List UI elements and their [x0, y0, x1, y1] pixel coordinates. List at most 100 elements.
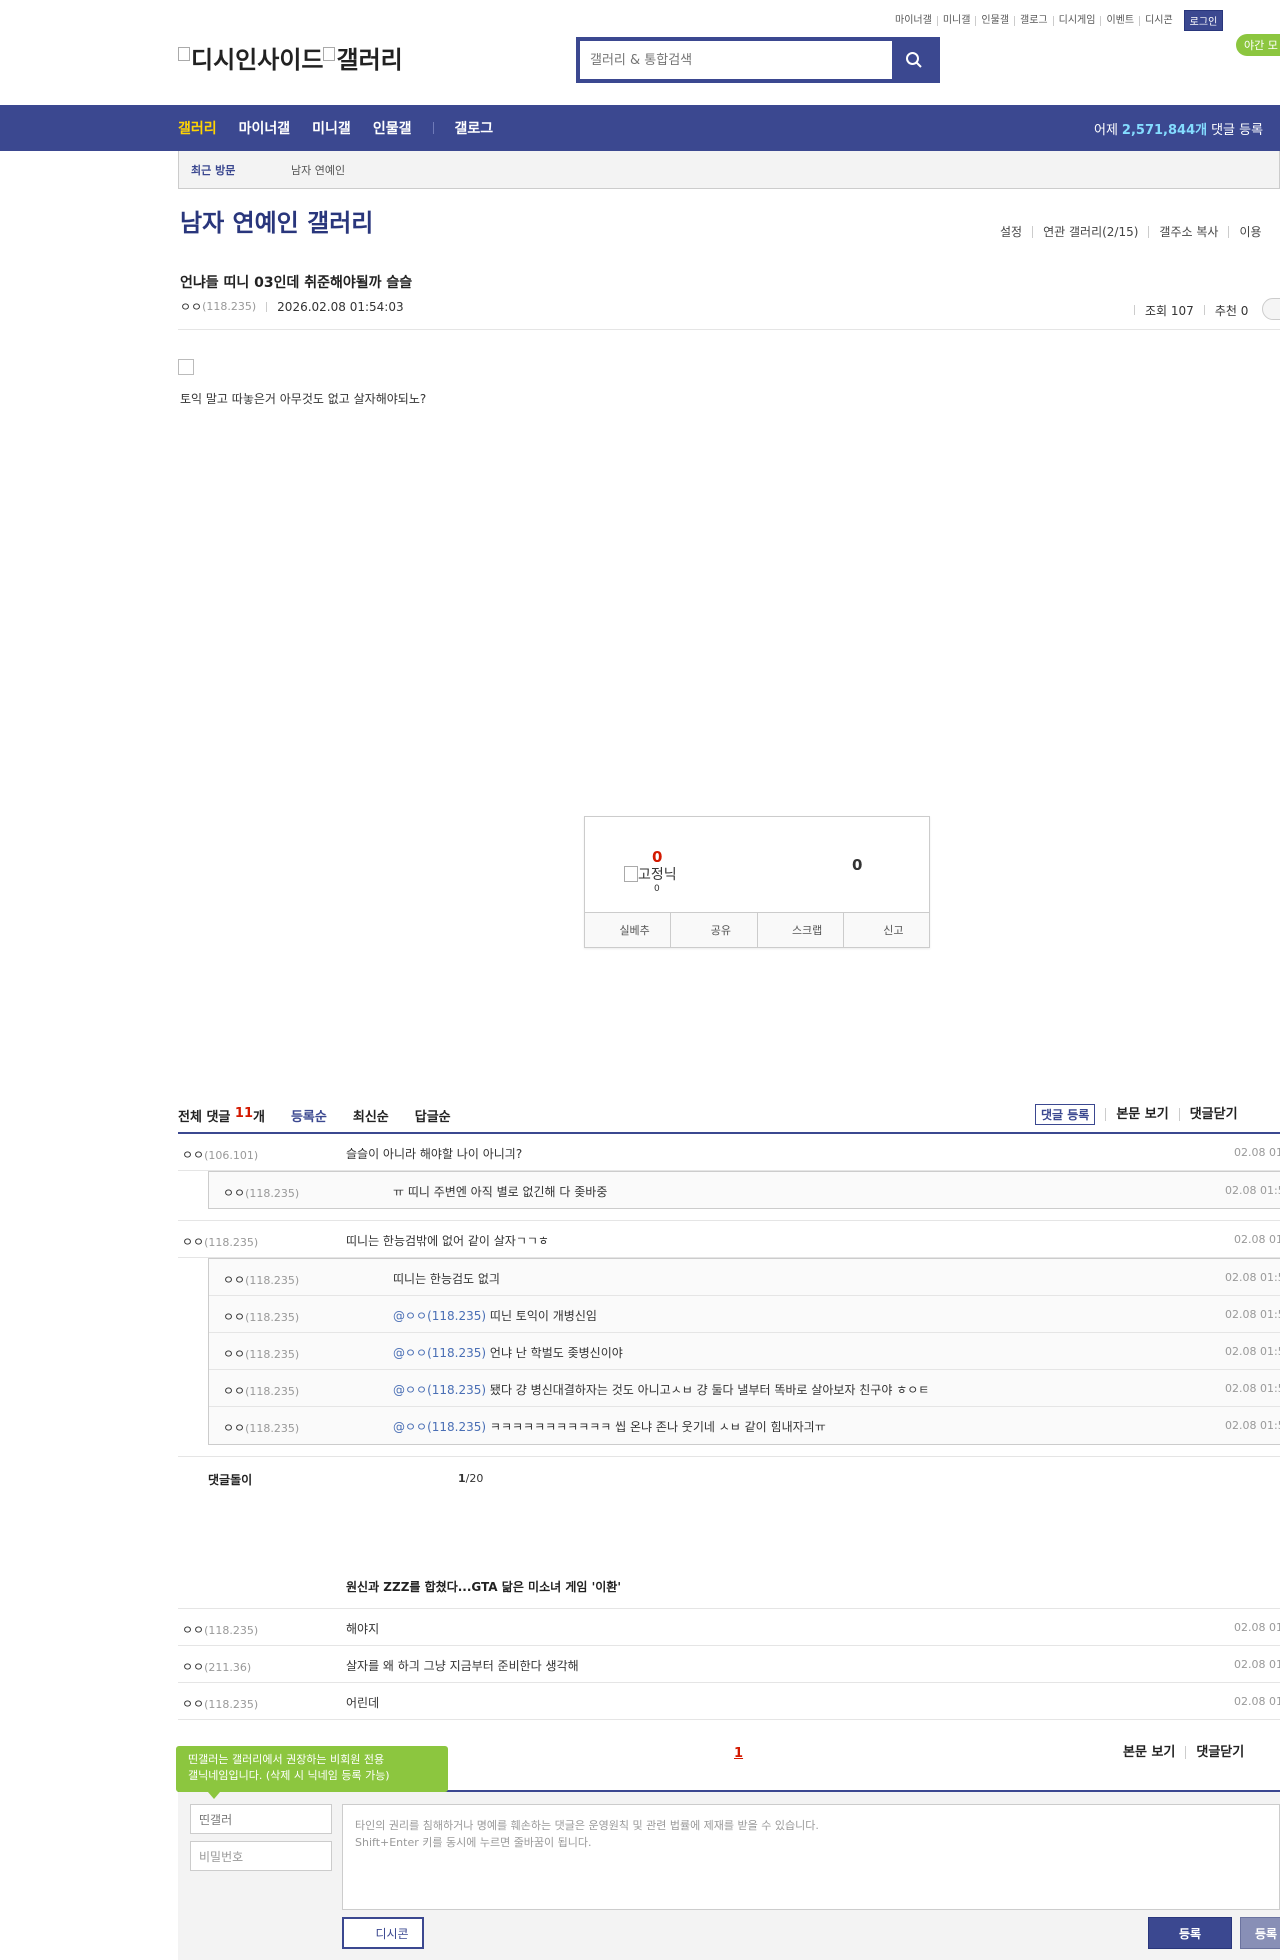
reply-text: 띠니는 한능검도 없긔 — [393, 1272, 500, 1286]
comment-text: 해야지 — [346, 1622, 380, 1636]
comment-date: 02.08 01 — [1234, 1146, 1280, 1159]
broken-image-icon — [624, 866, 638, 882]
topmenu-game[interactable]: 디시게임 — [1054, 15, 1102, 26]
recent-visit-gallery[interactable]: 남자 연예인 — [291, 162, 345, 178]
close-comments-link[interactable]: 댓글닫기 — [1185, 1746, 1254, 1759]
nav-items: 갤러리 마이너갤 미니갤 인물갤 갤로그 — [178, 105, 515, 151]
broken-image-icon — [178, 359, 194, 375]
site-logo[interactable]: 디시인사이드 갤러리 — [178, 40, 403, 75]
topmenu-dccon[interactable]: 디시콘 — [1140, 15, 1178, 26]
post-header-divider — [178, 329, 1280, 330]
view-body-link[interactable]: 본문 보기 — [1105, 1108, 1178, 1121]
topmenu-event[interactable]: 이벤트 — [1101, 15, 1141, 26]
meta-divider — [1134, 305, 1135, 315]
gallery-settings-link[interactable]: 설정 — [1000, 226, 1032, 238]
comment-date: 02.08 01 — [1234, 1233, 1280, 1246]
top-menu: 마이너갤 미니갤 인물갤 갤로그 디시게임 이벤트 디시콘 로그인 — [890, 10, 1224, 31]
submit-comment-button[interactable]: 등록 — [1148, 1917, 1232, 1949]
nickname-input[interactable]: 띤갤러 — [190, 1804, 332, 1834]
comments-total-label: 전체 댓글 — [178, 1110, 231, 1125]
fixnick-recommend[interactable]: 고정닉 — [624, 864, 677, 884]
nav-gallog[interactable]: 갤로그 — [454, 118, 493, 138]
login-button[interactable]: 로그인 — [1183, 10, 1224, 31]
share-button[interactable]: 공유 — [671, 913, 758, 947]
comment-nick[interactable]: ㅇㅇ(106.101) — [182, 1146, 258, 1163]
comment-nick[interactable]: ㅇㅇ(211.36) — [182, 1658, 251, 1675]
dccon-button[interactable]: 디시콘 — [342, 1917, 424, 1949]
logo-text-gallery: 갤러리 — [336, 46, 403, 74]
usage-link[interactable]: 이용 — [1228, 226, 1271, 238]
post-title: 언냐들 띠니 03인데 취준해야될까 슬슬 — [180, 275, 413, 291]
comments-total-count: 11 — [234, 1106, 253, 1121]
comment-register-button[interactable]: 댓글 등록 — [1035, 1104, 1096, 1125]
logo-text-main: 디시인사이드 — [191, 46, 324, 74]
comment-jump-button[interactable] — [1262, 298, 1280, 320]
topmenu-mini[interactable]: 미니갤 — [938, 15, 977, 26]
scrap-button[interactable]: 스크랩 — [758, 913, 844, 947]
fixnick-count: 0 — [654, 884, 660, 894]
comment-nick[interactable]: ㅇㅇ(118.235) — [182, 1695, 258, 1712]
sort-by-replies[interactable]: 답글순 — [415, 1106, 451, 1125]
comment-row: ㅇㅇ(118.235) 띠니는 한능검밖에 없어 같이 살자ㄱㄱㅎ 02.08 … — [178, 1221, 1280, 1258]
nav-gallery[interactable]: 갤러리 — [178, 118, 217, 138]
comment-textarea[interactable]: 타인의 권리를 침해하거나 명예를 훼손하는 댓글은 운영원칙 및 관련 법률에… — [342, 1804, 1280, 1910]
post-date: 2026.02.08 01:54:03 — [277, 299, 404, 314]
reply-text: @ㅇㅇ(118.235) ㅋㅋㅋㅋㅋㅋㅋㅋㅋㅋㅋ 씹 온냐 존나 웃기네 ㅅㅂ … — [393, 1420, 826, 1434]
reply-text: @ㅇㅇ(118.235) 띠닌 토익이 개병신임 — [393, 1309, 597, 1323]
report-button[interactable]: 신고 — [844, 913, 929, 947]
comment-bot-page-current: 1 — [458, 1472, 466, 1485]
submit-reply-button[interactable]: 등록 — [1240, 1917, 1280, 1949]
comment-notice-1: 타인의 권리를 침해하거나 명예를 훼손하는 댓글은 운영원칙 및 관련 법률에… — [355, 1819, 819, 1832]
reply-nick[interactable]: ㅇㅇ(118.235) — [223, 1271, 299, 1288]
reply-text: @ㅇㅇ(118.235) 언냐 난 학벌도 좆병신이야 — [393, 1346, 623, 1360]
reply-nick[interactable]: ㅇㅇ(118.235) — [223, 1345, 299, 1362]
meta-divider — [266, 301, 268, 312]
comment-row: ㅇㅇ(118.235) 해야지 02.08 01 — [178, 1609, 1280, 1646]
reply-nick[interactable]: ㅇㅇ(118.235) — [223, 1382, 299, 1399]
reply-nick[interactable]: ㅇㅇ(118.235) — [223, 1308, 299, 1325]
sort-by-latest[interactable]: 최신순 — [353, 1106, 389, 1125]
copy-address-link[interactable]: 갤주소 복사 — [1148, 226, 1228, 238]
comment-nick[interactable]: ㅇㅇ(118.235) — [182, 1621, 258, 1638]
ad-title-link[interactable]: 원신과 ZZZ를 합쳤다...GTA 닮은 미소녀 게임 '이환' — [346, 1578, 621, 1595]
topmenu-person[interactable]: 인물갤 — [976, 15, 1016, 26]
close-comments-link[interactable]: 댓글닫기 — [1178, 1108, 1248, 1121]
yesterday-stats: 어제 2,571,844개 댓글 등록 — [1094, 105, 1263, 151]
comment-row: ㅇㅇ(211.36) 살자를 왜 하긔 그냥 지금부터 준비한다 생각해 02.… — [178, 1646, 1280, 1683]
reply-row: ㅇㅇ(118.235) @ㅇㅇ(118.235) 됐다 걍 병신대결하자는 것도… — [209, 1370, 1280, 1407]
nickname-tooltip: 띤갤러는 갤러리에서 권장하는 비회원 전용 갤닉네임입니다. (삭제 시 닉네… — [176, 1746, 448, 1792]
comment-nick[interactable]: ㅇㅇ(118.235) — [182, 1233, 258, 1250]
recommend-actions: 실베추 공유 스크랩 신고 — [585, 912, 929, 947]
yesterday-count: 2,571,844개 — [1121, 122, 1208, 138]
reply-row: ㅇㅇ(118.235) @ㅇㅇ(118.235) 언냐 난 학벌도 좆병신이야 … — [209, 1333, 1280, 1370]
pagination-current[interactable]: 1 — [734, 1746, 743, 1761]
reply-date: 02.08 01:5 — [1225, 1308, 1280, 1321]
reply-date: 02.08 01:5 — [1225, 1382, 1280, 1395]
view-body-link[interactable]: 본문 보기 — [1123, 1746, 1185, 1759]
comment-divider — [178, 1456, 1280, 1457]
search-icon — [906, 52, 922, 68]
nav-mini[interactable]: 미니갤 — [312, 118, 351, 138]
password-input[interactable]: 비밀번호 — [190, 1841, 332, 1871]
reply-nick[interactable]: ㅇㅇ(118.235) — [223, 1184, 299, 1201]
yesterday-prefix: 어제 — [1094, 122, 1118, 138]
yesterday-suffix: 댓글 등록 — [1211, 122, 1264, 138]
topmenu-gallog[interactable]: 갤로그 — [1015, 15, 1054, 26]
post-views: 조회 107 — [1145, 303, 1194, 318]
sort-by-registration[interactable]: 등록순 — [291, 1106, 327, 1125]
recent-visit-label[interactable]: 최근 방문 — [191, 162, 291, 178]
search-button[interactable] — [892, 41, 936, 79]
tooltip-arrow-icon — [208, 1792, 220, 1799]
related-gallery-link[interactable]: 연관 갤러리(2/15) — [1032, 226, 1148, 238]
post-author[interactable]: ㅇㅇ — [180, 298, 202, 315]
topmenu-minor[interactable]: 마이너갤 — [890, 15, 938, 26]
gallery-title[interactable]: 남자 연예인 갤러리 — [180, 203, 373, 238]
best-recommend-button[interactable]: 실베추 — [585, 913, 672, 947]
reply-date: 02.08 01:5 — [1225, 1184, 1280, 1197]
nav-minor[interactable]: 마이너갤 — [239, 118, 291, 138]
reply-nick[interactable]: ㅇㅇ(118.235) — [223, 1419, 299, 1436]
post-author-ip: (118.235) — [202, 300, 257, 313]
nav-person[interactable]: 인물갤 — [373, 118, 412, 138]
search-input[interactable] — [580, 41, 892, 79]
night-mode-button[interactable]: 야간 모 — [1236, 34, 1280, 56]
